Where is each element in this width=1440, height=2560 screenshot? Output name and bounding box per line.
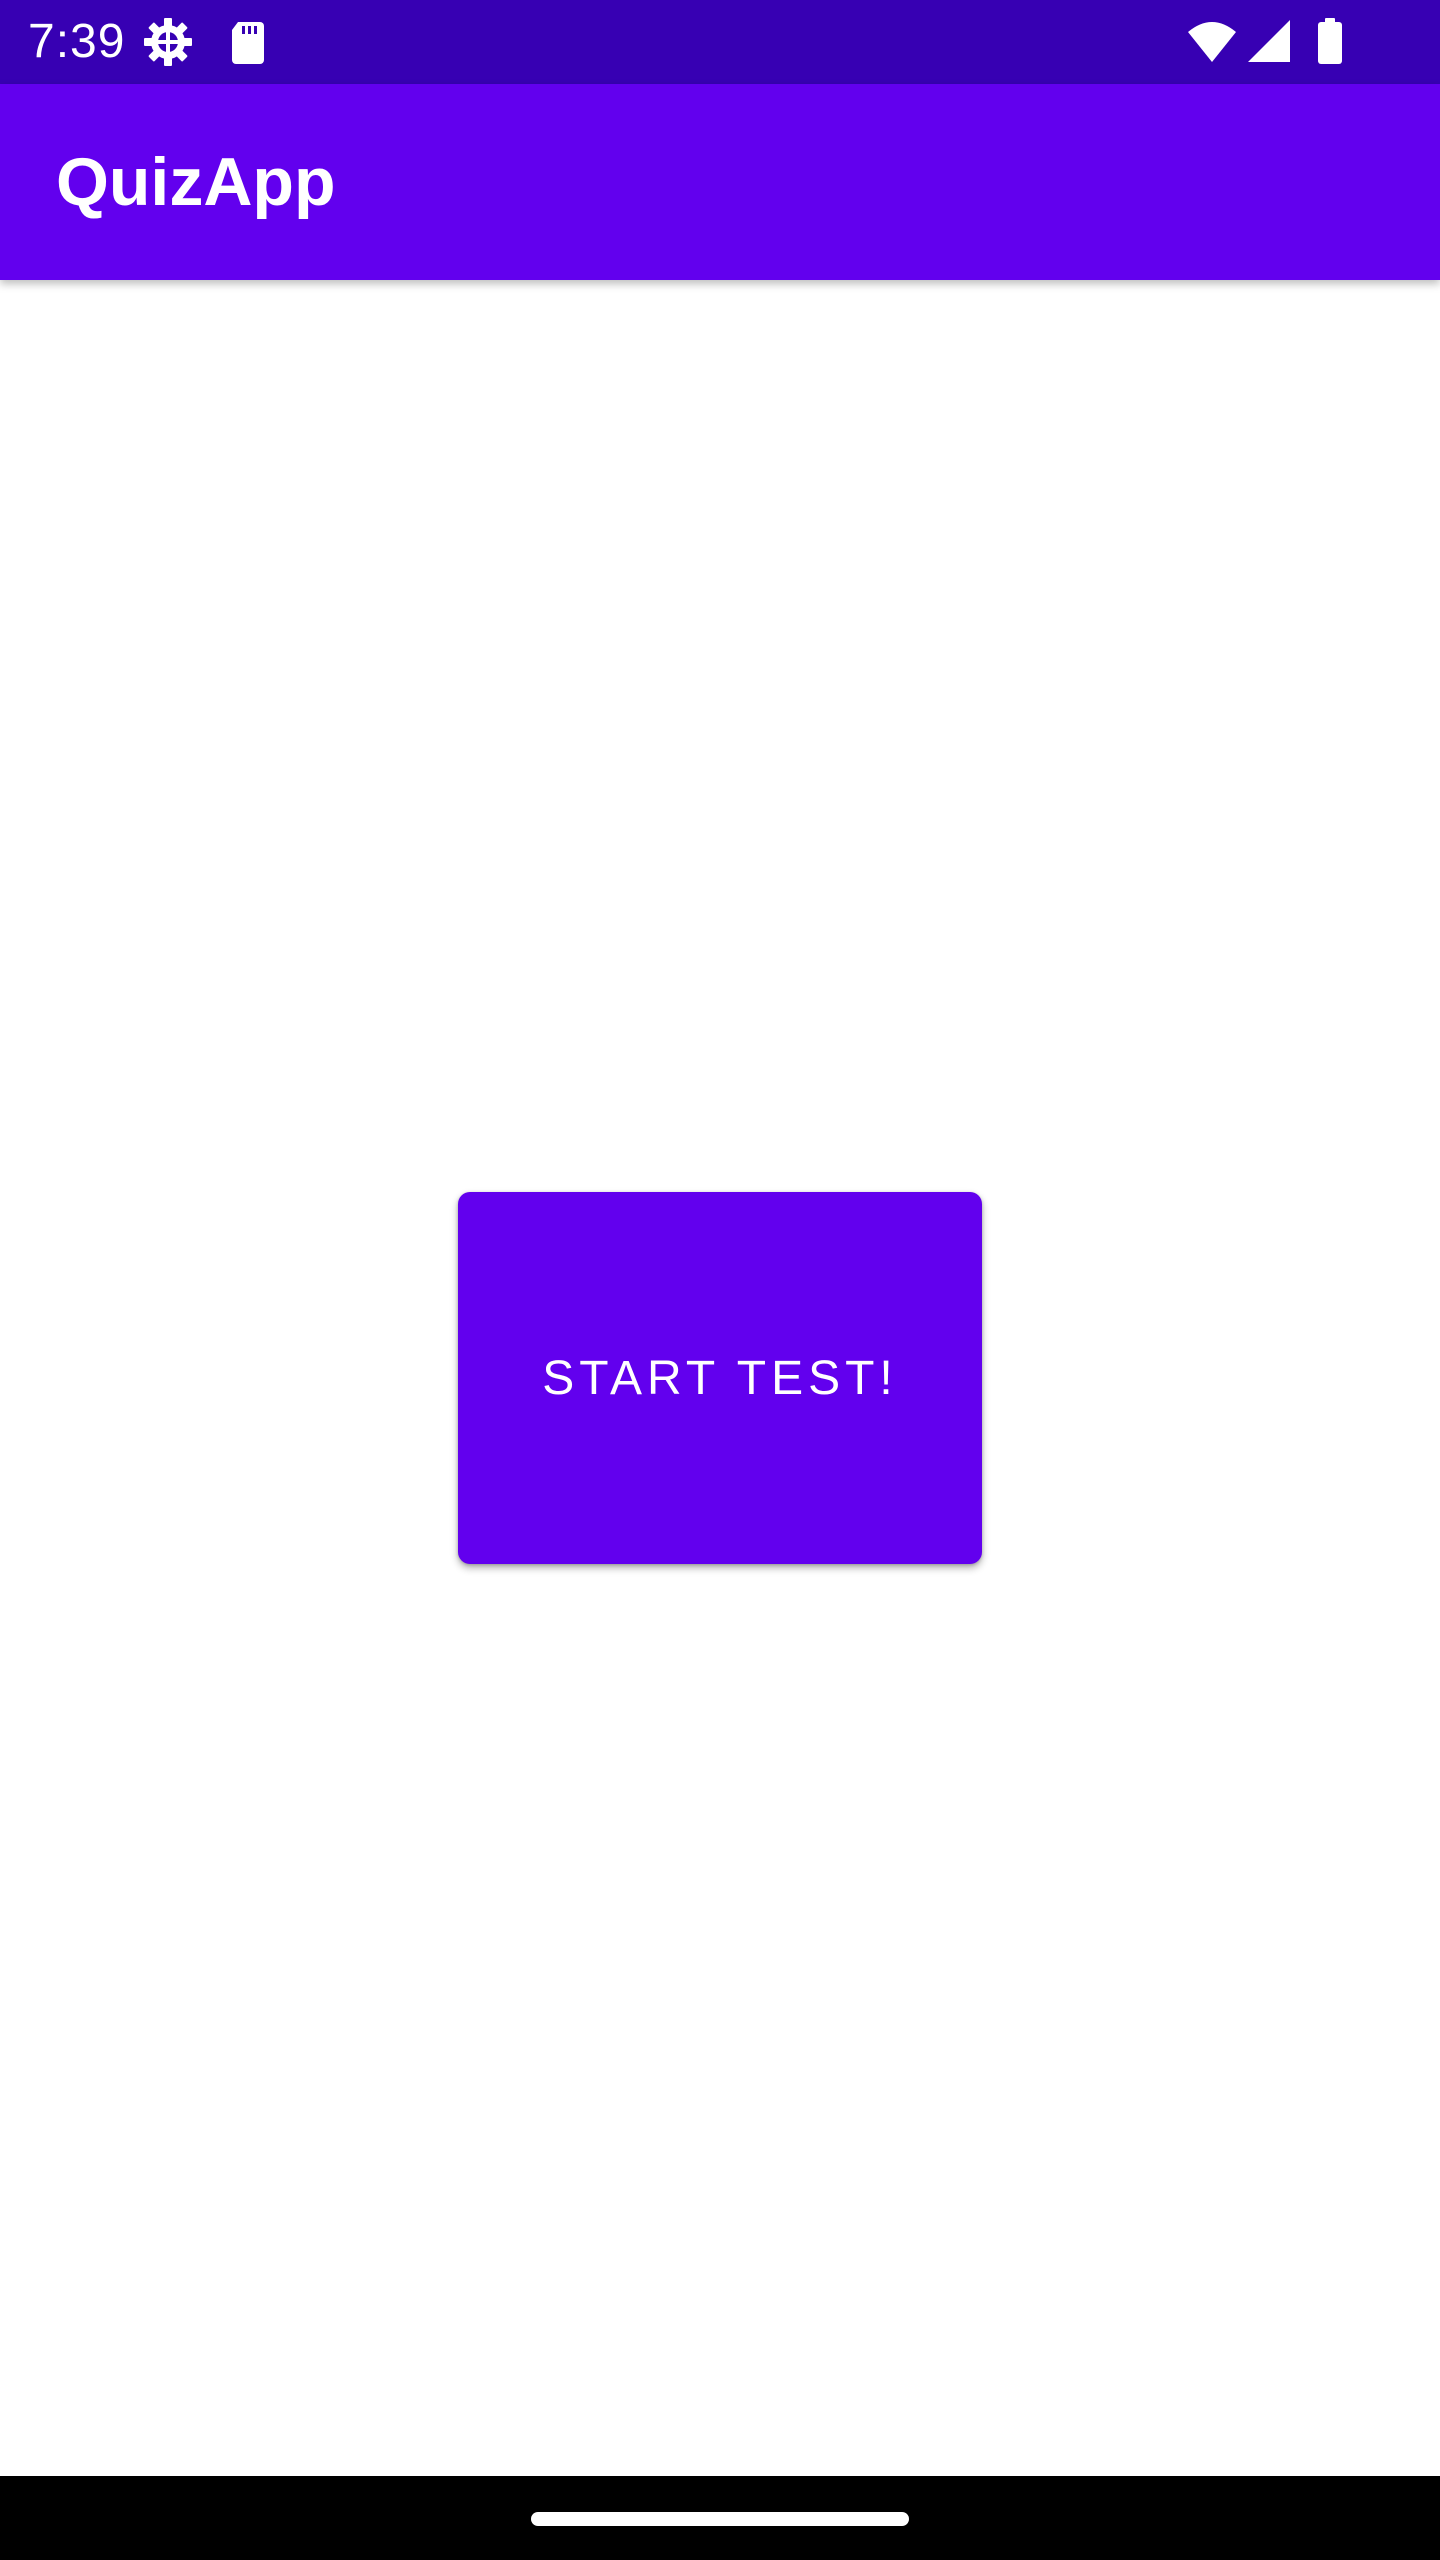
start-test-button[interactable]: START TEST! — [458, 1192, 982, 1564]
sd-card-icon — [222, 16, 274, 68]
status-time: 7:39 — [28, 15, 126, 68]
navigation-bar — [0, 2476, 1440, 2560]
status-bar: 7:39 — [0, 0, 1440, 84]
cellular-signal-icon — [1244, 16, 1296, 68]
app-bar: QuizApp — [0, 84, 1440, 280]
battery-icon — [1304, 16, 1356, 68]
app-title: QuizApp — [56, 144, 336, 220]
wifi-icon — [1186, 16, 1238, 68]
home-gesture-handle[interactable] — [531, 2512, 909, 2526]
settings-gear-icon — [142, 16, 194, 68]
main-content: START TEST! — [0, 280, 1440, 2476]
